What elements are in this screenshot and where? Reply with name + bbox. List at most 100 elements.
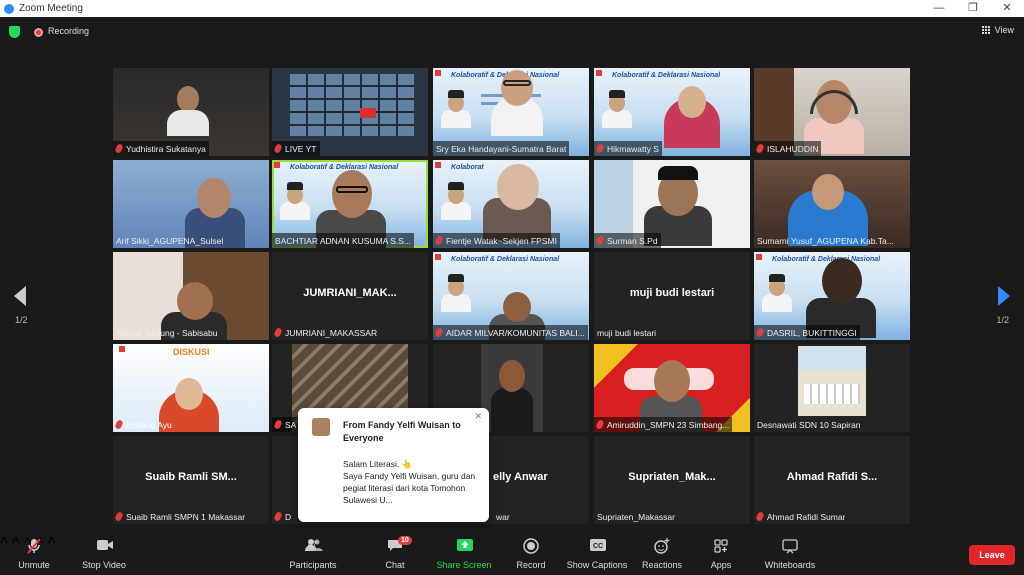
participant-name-bar: Sry Eka Handayani-Sumatra Barat — [433, 141, 570, 156]
stop-video-label: Stop Video — [82, 560, 126, 570]
record-icon — [523, 538, 539, 554]
muted-mic-icon — [434, 327, 444, 338]
reactions-label: Reactions — [642, 560, 683, 570]
participant-name: Arif Sikki_AGUPENA_Sulsel — [116, 235, 224, 246]
poster-figure — [441, 182, 471, 220]
chat-button[interactable]: 10 Chat — [378, 536, 412, 570]
stop-video-button[interactable]: Stop Video — [78, 538, 130, 570]
leave-button[interactable]: Leave — [969, 545, 1015, 565]
chat-message-line1: Salam Literasi. — [343, 459, 400, 469]
video-tile[interactable]: Supriaten_Mak... Supriaten_Makassar — [594, 436, 750, 524]
poster-figure — [441, 90, 471, 128]
participant-name-bar: Desnawati SDN 10 Sapiran — [754, 417, 863, 432]
poster-flag — [756, 254, 762, 260]
participant-name: muji budi lestari — [597, 327, 657, 338]
audio-options-chevron-icon[interactable]: ^ — [0, 535, 8, 552]
poster-flag — [435, 254, 441, 260]
participant-name: Hikmawatty S — [607, 143, 659, 154]
video-tile[interactable]: Kolaboratif & Deklarasi Nasional Sry Eka… — [433, 68, 589, 156]
close-window-button[interactable]: ✕ — [990, 0, 1024, 17]
participant-name-bar: Surman S.Pd — [594, 233, 661, 248]
muted-mic-icon — [114, 419, 124, 430]
gallery-grid-overlay — [290, 74, 414, 136]
participant-name-bar: Arif Sikki_AGUPENA_Sulsel — [113, 233, 226, 248]
muted-mic-icon — [273, 511, 283, 522]
video-tile[interactable]: Suaib Ramli SM... Suaib Ramli SMPN 1 Mak… — [113, 436, 269, 524]
participant-name-bar: Yudhistira Sukatanya — [113, 141, 209, 156]
muted-mic-icon — [755, 511, 765, 522]
participant-name-bar: LIVE YT — [272, 141, 320, 156]
record-button[interactable]: Record — [512, 538, 550, 570]
participant-name: DASRIL, BUKITTINGGI — [767, 327, 857, 338]
video-tile[interactable]: Kolaborat Fientje Watak~Sekjen FPSMI — [433, 160, 589, 248]
video-tile[interactable]: Ahmad Rafidi S... Ahmad Rafidi Sumar — [754, 436, 910, 524]
participants-button[interactable]: 47 Participants — [288, 538, 338, 570]
view-button[interactable]: View — [981, 25, 1014, 35]
participant-name: Desnawati SDN 10 Sapiran — [757, 419, 861, 430]
poster-title: Kolaboratif & Deklarasi Nasional — [612, 72, 721, 79]
participant-name: ISLAHUDDIN — [767, 143, 819, 154]
apps-icon — [713, 538, 729, 553]
participant-name-bar: Hikmawatty S — [594, 141, 662, 156]
video-tile[interactable]: ISLAHUDDIN — [754, 68, 910, 156]
participant-name-bar: Sumarni Yusuf_AGUPENA Kab.Ta... — [754, 233, 897, 248]
poster-figure — [280, 182, 310, 220]
video-tile[interactable]: Kolaboratif & Deklarasi Nasional DASRIL,… — [754, 252, 910, 340]
next-page-arrow-icon[interactable] — [998, 286, 1010, 306]
participants-count: 47 — [308, 540, 317, 549]
video-tile[interactable]: Amiruddin_SMPN 23 Simbang... — [594, 344, 750, 432]
participant-name-bar: AIDAR MILVAR/KOMUNITAS BALI... — [433, 325, 588, 340]
participant-display-name: Ahmad Rafidi S... — [786, 471, 878, 483]
participant-name: D — [285, 511, 292, 522]
apps-button[interactable]: Apps — [706, 538, 736, 570]
poster-figure — [602, 90, 632, 128]
security-shield-icon[interactable] — [9, 26, 20, 38]
participant-name: Endang Ayu — [126, 419, 172, 430]
muted-mic-icon — [595, 419, 605, 430]
chat-sender-line: From Fandy Yelfi Wuisan to Everyone — [343, 420, 461, 443]
muted-mic-icon — [114, 511, 124, 522]
participant-name-bar: Ahmad Rafidi Sumar — [754, 509, 848, 524]
minimize-button[interactable]: — — [922, 0, 956, 17]
video-tile[interactable]: Desnawati SDN 10 Sapiran — [754, 344, 910, 432]
unmute-button[interactable]: Unmute — [16, 538, 52, 570]
video-tile[interactable]: LIVE YT — [272, 68, 428, 156]
thumbnail-flag — [360, 108, 376, 118]
video-tile-active-speaker[interactable]: Kolaboratif & Deklarasi Nasional BACHTIA… — [272, 160, 428, 248]
maximize-button[interactable]: ❐ — [956, 0, 990, 17]
page-indicator-right: 1/2 — [996, 315, 1009, 325]
video-tile[interactable]: Adrinal Tanjung - Sabisabu — [113, 252, 269, 340]
video-tile[interactable]: Surman S.Pd — [594, 160, 750, 248]
svg-text:CC: CC — [593, 543, 603, 550]
muted-mic-icon — [434, 235, 444, 246]
video-tile[interactable]: Arif Sikki_AGUPENA_Sulsel — [113, 160, 269, 248]
poster-flag — [435, 70, 441, 76]
share-screen-label: Share Screen — [436, 560, 492, 570]
video-tile[interactable]: DISKUSI Endang Ayu — [113, 344, 269, 432]
participant-name-bar: DASRIL, BUKITTINGGI — [754, 325, 860, 340]
share-screen-button[interactable]: Share Screen — [436, 538, 492, 570]
video-tile[interactable]: Yudhistira Sukatanya — [113, 68, 269, 156]
participant-name-bar: D — [272, 509, 294, 524]
poster-title: Kolaboratif & Deklarasi Nasional — [451, 256, 560, 263]
chat-notification-popup[interactable]: From Fandy Yelfi Wuisan to Everyone ✕ Sa… — [298, 408, 489, 522]
video-tile[interactable]: JUMRIANI_MAK... JUMRIANI_MAKASSAR — [272, 252, 428, 340]
title-bar: Zoom Meeting — ❐ ✕ — [0, 0, 1024, 17]
close-icon[interactable]: ✕ — [474, 411, 482, 422]
whiteboards-button[interactable]: Whiteboards — [762, 538, 818, 570]
smiley-plus-icon — [654, 538, 670, 554]
participant-name-bar: muji budi lestari — [594, 325, 659, 340]
video-tile[interactable]: Kolaboratif & Deklarasi Nasional AIDAR M… — [433, 252, 589, 340]
muted-mic-icon — [273, 419, 283, 430]
participant-name-bar: BACHTIAR ADNAN KUSUMA S.S... — [272, 233, 415, 248]
participant-name-bar: Amiruddin_SMPN 23 Simbang... — [594, 417, 733, 432]
previous-page-arrow-icon[interactable] — [14, 286, 26, 306]
video-tile[interactable]: muji budi lestari muji budi lestari — [594, 252, 750, 340]
participant-name-bar: ISLAHUDDIN — [754, 141, 822, 156]
video-tile[interactable]: Kolaboratif & Deklarasi Nasional Hikmawa… — [594, 68, 750, 156]
pointing-hand-emoji-icon: 👆 — [401, 459, 413, 469]
video-tile[interactable]: Sumarni Yusuf_AGUPENA Kab.Ta... — [754, 160, 910, 248]
show-captions-button[interactable]: CC Show Captions — [566, 538, 628, 570]
reactions-button[interactable]: Reactions — [642, 538, 682, 570]
muted-mic-icon — [755, 327, 765, 338]
